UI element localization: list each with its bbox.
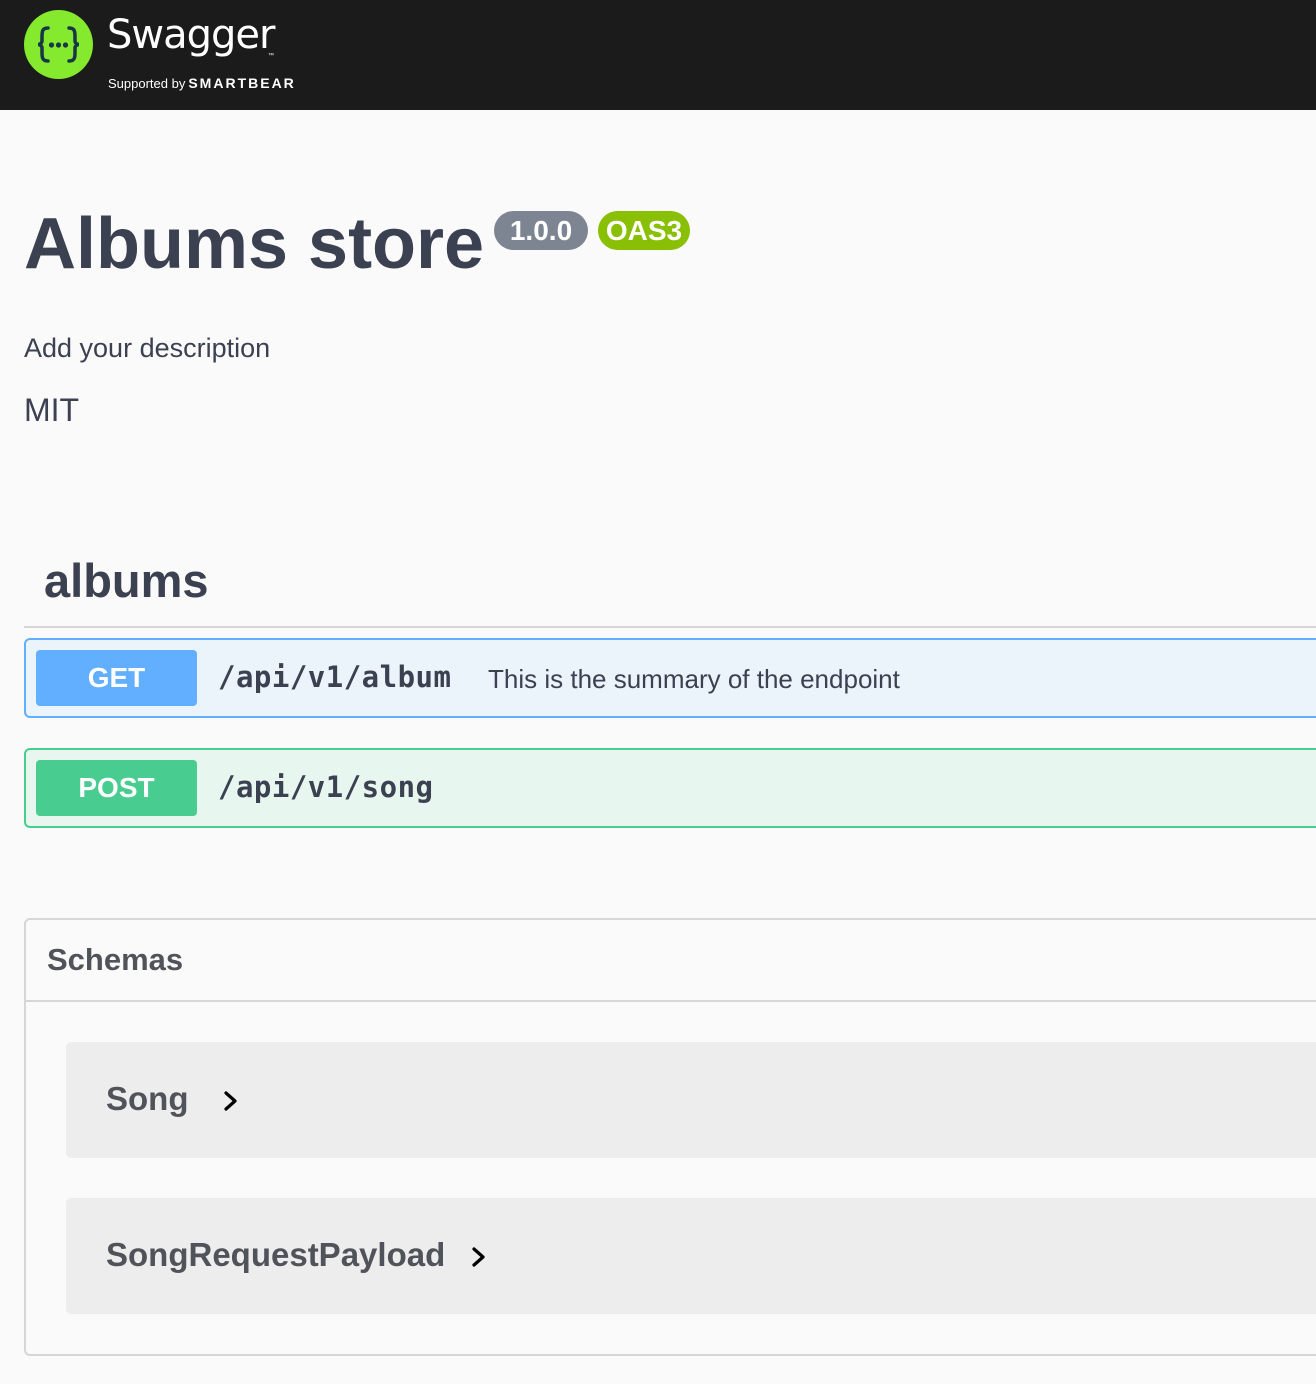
schemas-header[interactable]: Schemas bbox=[26, 920, 1316, 1002]
tag-name[interactable]: albums bbox=[44, 553, 209, 608]
operation-path: /api/v1/album bbox=[218, 660, 452, 694]
model-songrequestpayload[interactable]: SongRequestPayload bbox=[66, 1198, 1316, 1314]
method-badge-post: POST bbox=[36, 760, 197, 816]
schemas-section: Schemas Song SongRequestPayload bbox=[24, 918, 1316, 1356]
operation-get-album[interactable]: GET /api/v1/album This is the summary of… bbox=[24, 638, 1316, 718]
oas-badge: OAS3 bbox=[598, 211, 690, 250]
chevron-right-icon[interactable] bbox=[468, 1244, 490, 1270]
schemas-title: Schemas bbox=[47, 942, 184, 977]
model-name: SongRequestPayload bbox=[106, 1236, 446, 1273]
supported-by-label: Supported by bbox=[108, 76, 186, 91]
operation-post-song[interactable]: POST /api/v1/song bbox=[24, 748, 1316, 828]
topbar: Swagger ™ Supported by SMARTBEAR bbox=[0, 0, 1316, 110]
api-description: Add your description bbox=[24, 333, 271, 363]
chevron-right-icon[interactable] bbox=[220, 1088, 242, 1114]
swagger-logo-icon[interactable] bbox=[24, 10, 93, 79]
operation-path: /api/v1/song bbox=[218, 770, 434, 804]
tag-section-albums[interactable]: albums bbox=[24, 551, 1316, 628]
brand-trademark: ™ bbox=[268, 53, 274, 59]
braces-icon bbox=[37, 26, 80, 63]
model-name: Song bbox=[106, 1080, 189, 1117]
company-name: SMARTBEAR bbox=[188, 75, 296, 91]
operation-summary: This is the summary of the endpoint bbox=[488, 664, 900, 694]
brand-name[interactable]: Swagger bbox=[107, 15, 275, 55]
api-title: Albums store bbox=[24, 204, 485, 284]
version-badge: 1.0.0 bbox=[494, 211, 588, 250]
license-link[interactable]: MIT bbox=[24, 392, 79, 429]
method-badge-get: GET bbox=[36, 650, 197, 706]
model-song[interactable]: Song bbox=[66, 1042, 1316, 1158]
brand-support-line: Supported by SMARTBEAR bbox=[108, 75, 296, 91]
